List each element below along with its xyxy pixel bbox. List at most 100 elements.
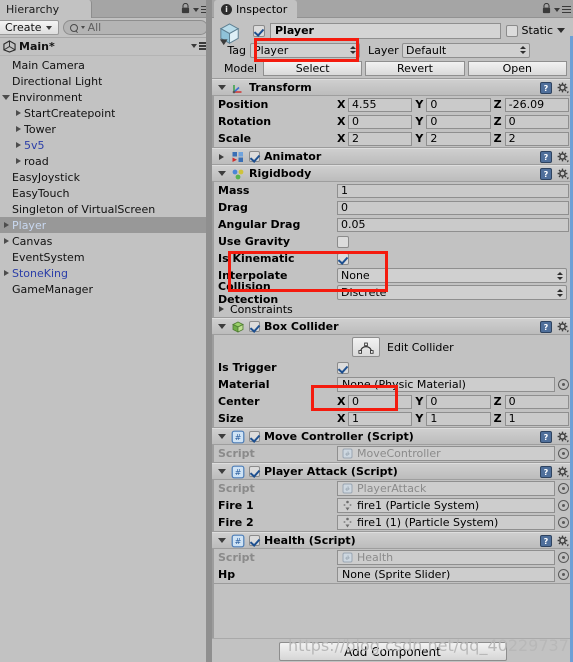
disclosure-arrow-right[interactable] [0,222,12,228]
help-icon[interactable]: ? [540,151,552,163]
object-field-script[interactable]: # MoveController [337,446,555,461]
hierarchy-item-environment[interactable]: Environment [0,89,212,105]
field-rotation-x[interactable]: 0 [348,114,413,129]
checkbox-is-trigger[interactable] [337,361,349,374]
field-rotation-z[interactable]: 0 [504,114,569,129]
component-enabled-checkbox[interactable] [249,535,260,546]
object-field-hp[interactable]: None (Sprite Slider) [337,567,555,582]
component-enabled-checkbox[interactable] [249,321,260,332]
field-scale-x[interactable]: 2 [348,131,413,146]
gear-icon[interactable] [557,168,569,180]
gear-icon[interactable] [557,82,569,94]
hierarchy-item-directional-light[interactable]: Directional Light [0,73,212,89]
disclosure-arrow-right[interactable] [12,158,24,164]
hierarchy-item-gamemanager[interactable]: GameManager [0,281,212,297]
component-header-move-controller-script[interactable]: # Move Controller (Script)? [212,428,573,445]
field-mass[interactable]: 1 [337,183,569,198]
field-center-z[interactable]: 0 [504,394,569,409]
foldout-open[interactable] [216,324,227,329]
foldout-open[interactable] [216,85,227,90]
tab-inspector[interactable]: i Inspector [214,0,298,18]
field-angular-drag[interactable]: 0.05 [337,217,569,232]
create-button[interactable]: Create [0,20,59,35]
scene-root-row[interactable]: Main* [0,38,212,56]
field-scale-y[interactable]: 2 [426,131,491,146]
object-field-fire-2[interactable]: fire1 (1) (Particle System) [337,515,555,530]
component-enabled-checkbox[interactable] [249,151,260,162]
component-header-rigidbody[interactable]: Rigidbody? [212,165,573,182]
hierarchy-item-5v5[interactable]: 5v5 [0,137,212,153]
disclosure-arrow-right[interactable] [0,270,12,276]
lock-icon[interactable] [181,3,190,14]
field-position-x[interactable]: 4.55 [348,97,413,112]
hierarchy-item-stoneking[interactable]: StoneKing [0,265,212,281]
static-checkbox[interactable] [505,24,518,37]
dropdown-collision-detection[interactable]: Discrete [337,285,567,300]
hierarchy-list[interactable]: Main Camera Directional Light Environment S… [0,57,212,662]
chevron-down-icon[interactable] [557,28,565,33]
field-drag[interactable]: 0 [337,200,569,215]
field-center-y[interactable]: 0 [426,394,491,409]
component-enabled-checkbox[interactable] [249,431,260,442]
help-icon[interactable]: ? [540,168,552,180]
disclosure-arrow-right[interactable] [0,238,12,244]
lock-icon[interactable] [542,3,551,14]
hierarchy-item-tower[interactable]: Tower [0,121,212,137]
component-enabled-checkbox[interactable] [249,466,260,477]
object-picker-icon[interactable] [558,552,569,563]
object-picker-icon[interactable] [558,379,569,390]
checkbox-is-kinematic[interactable] [337,252,349,265]
object-field-fire-1[interactable]: fire1 (Particle System) [337,498,555,513]
component-header-box-collider[interactable]: Box Collider? [212,318,573,335]
disclosure-arrow-right[interactable] [12,110,24,116]
gear-icon[interactable] [557,535,569,547]
object-picker-icon[interactable] [558,569,569,580]
foldout-open[interactable] [216,469,227,474]
component-header-animator[interactable]: Animator? [212,148,573,165]
foldout-open[interactable] [216,538,227,543]
row-constraints[interactable]: Constraints [212,301,573,317]
object-picker-icon[interactable] [558,483,569,494]
edit-collider-button[interactable] [352,337,380,357]
help-icon[interactable]: ? [540,82,552,94]
gameobject-name-field[interactable]: Player [270,22,501,39]
gameobject-enabled-checkbox[interactable] [253,24,265,37]
model-select-button[interactable]: Select [263,60,363,76]
help-icon[interactable]: ? [540,431,552,443]
field-center-x[interactable]: 0 [348,394,413,409]
model-open-button[interactable]: Open [467,60,567,76]
help-icon[interactable]: ? [540,535,552,547]
field-size-y[interactable]: 1 [426,411,491,426]
disclosure-arrow-down[interactable] [0,94,12,100]
help-icon[interactable]: ? [540,321,552,333]
object-picker-icon[interactable] [558,517,569,528]
inspector-menu-icon[interactable] [554,4,571,15]
field-scale-z[interactable]: 2 [504,131,569,146]
gear-icon[interactable] [557,466,569,478]
prefab-cube-icon[interactable] [217,21,244,48]
hierarchy-item-easytouch[interactable]: EasyTouch [0,185,212,201]
static-toggle[interactable]: Static [505,24,567,37]
field-position-z[interactable]: -26.09 [504,97,569,112]
hierarchy-item-singleton-of-virtualscreen[interactable]: Singleton of VirtualScreen [0,201,212,217]
foldout-closed[interactable] [216,153,227,160]
component-header-health-script[interactable]: # Health (Script)? [212,532,573,549]
field-rotation-y[interactable]: 0 [426,114,491,129]
chevron-right-icon[interactable] [216,306,227,312]
object-picker-icon[interactable] [558,448,569,459]
object-field-material[interactable]: None (Physic Material) [337,377,555,392]
foldout-open[interactable] [216,171,227,176]
checkbox-use-gravity[interactable] [337,235,349,248]
gear-icon[interactable] [557,151,569,163]
gear-icon[interactable] [557,321,569,333]
search-input[interactable]: All [62,20,208,35]
field-size-z[interactable]: 1 [504,411,569,426]
field-position-y[interactable]: 0 [426,97,491,112]
hierarchy-item-startcreatepoint[interactable]: StartCreatepoint [0,105,212,121]
tab-hierarchy[interactable]: Hierarchy [0,0,92,18]
object-field-script[interactable]: # PlayerAttack [337,481,555,496]
object-picker-icon[interactable] [558,500,569,511]
model-revert-button[interactable]: Revert [365,60,465,76]
hierarchy-item-player[interactable]: Player [0,217,212,233]
hierarchy-item-road[interactable]: road [0,153,212,169]
